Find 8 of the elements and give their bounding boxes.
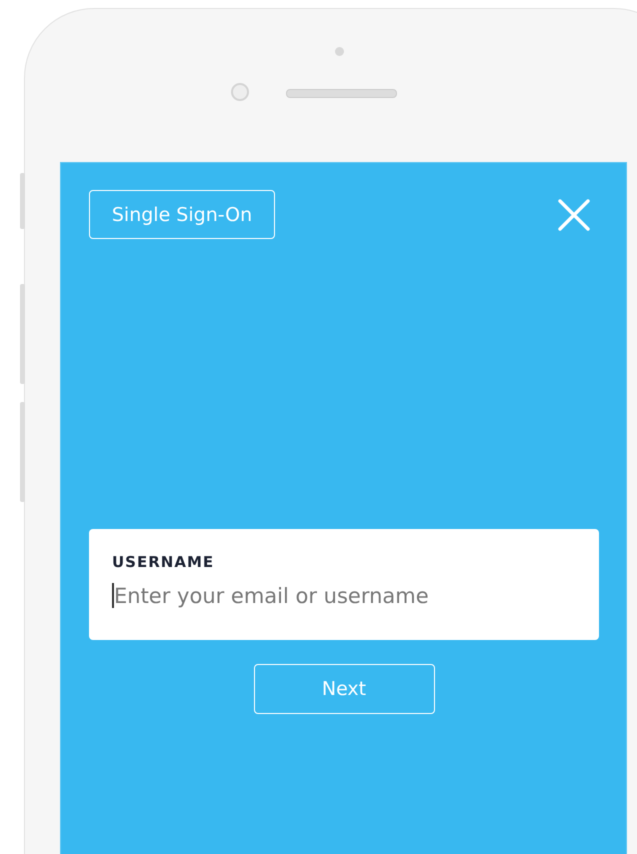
field-label: USERNAME	[112, 553, 216, 571]
text-cursor	[112, 583, 114, 608]
camera-icon	[231, 83, 249, 101]
next-button[interactable]: Next	[254, 664, 434, 714]
sensor-icon	[335, 47, 344, 56]
speaker-icon	[286, 89, 397, 98]
close-icon[interactable]	[558, 198, 590, 230]
single-sign-on-button[interactable]: Single Sign-On	[89, 190, 275, 239]
